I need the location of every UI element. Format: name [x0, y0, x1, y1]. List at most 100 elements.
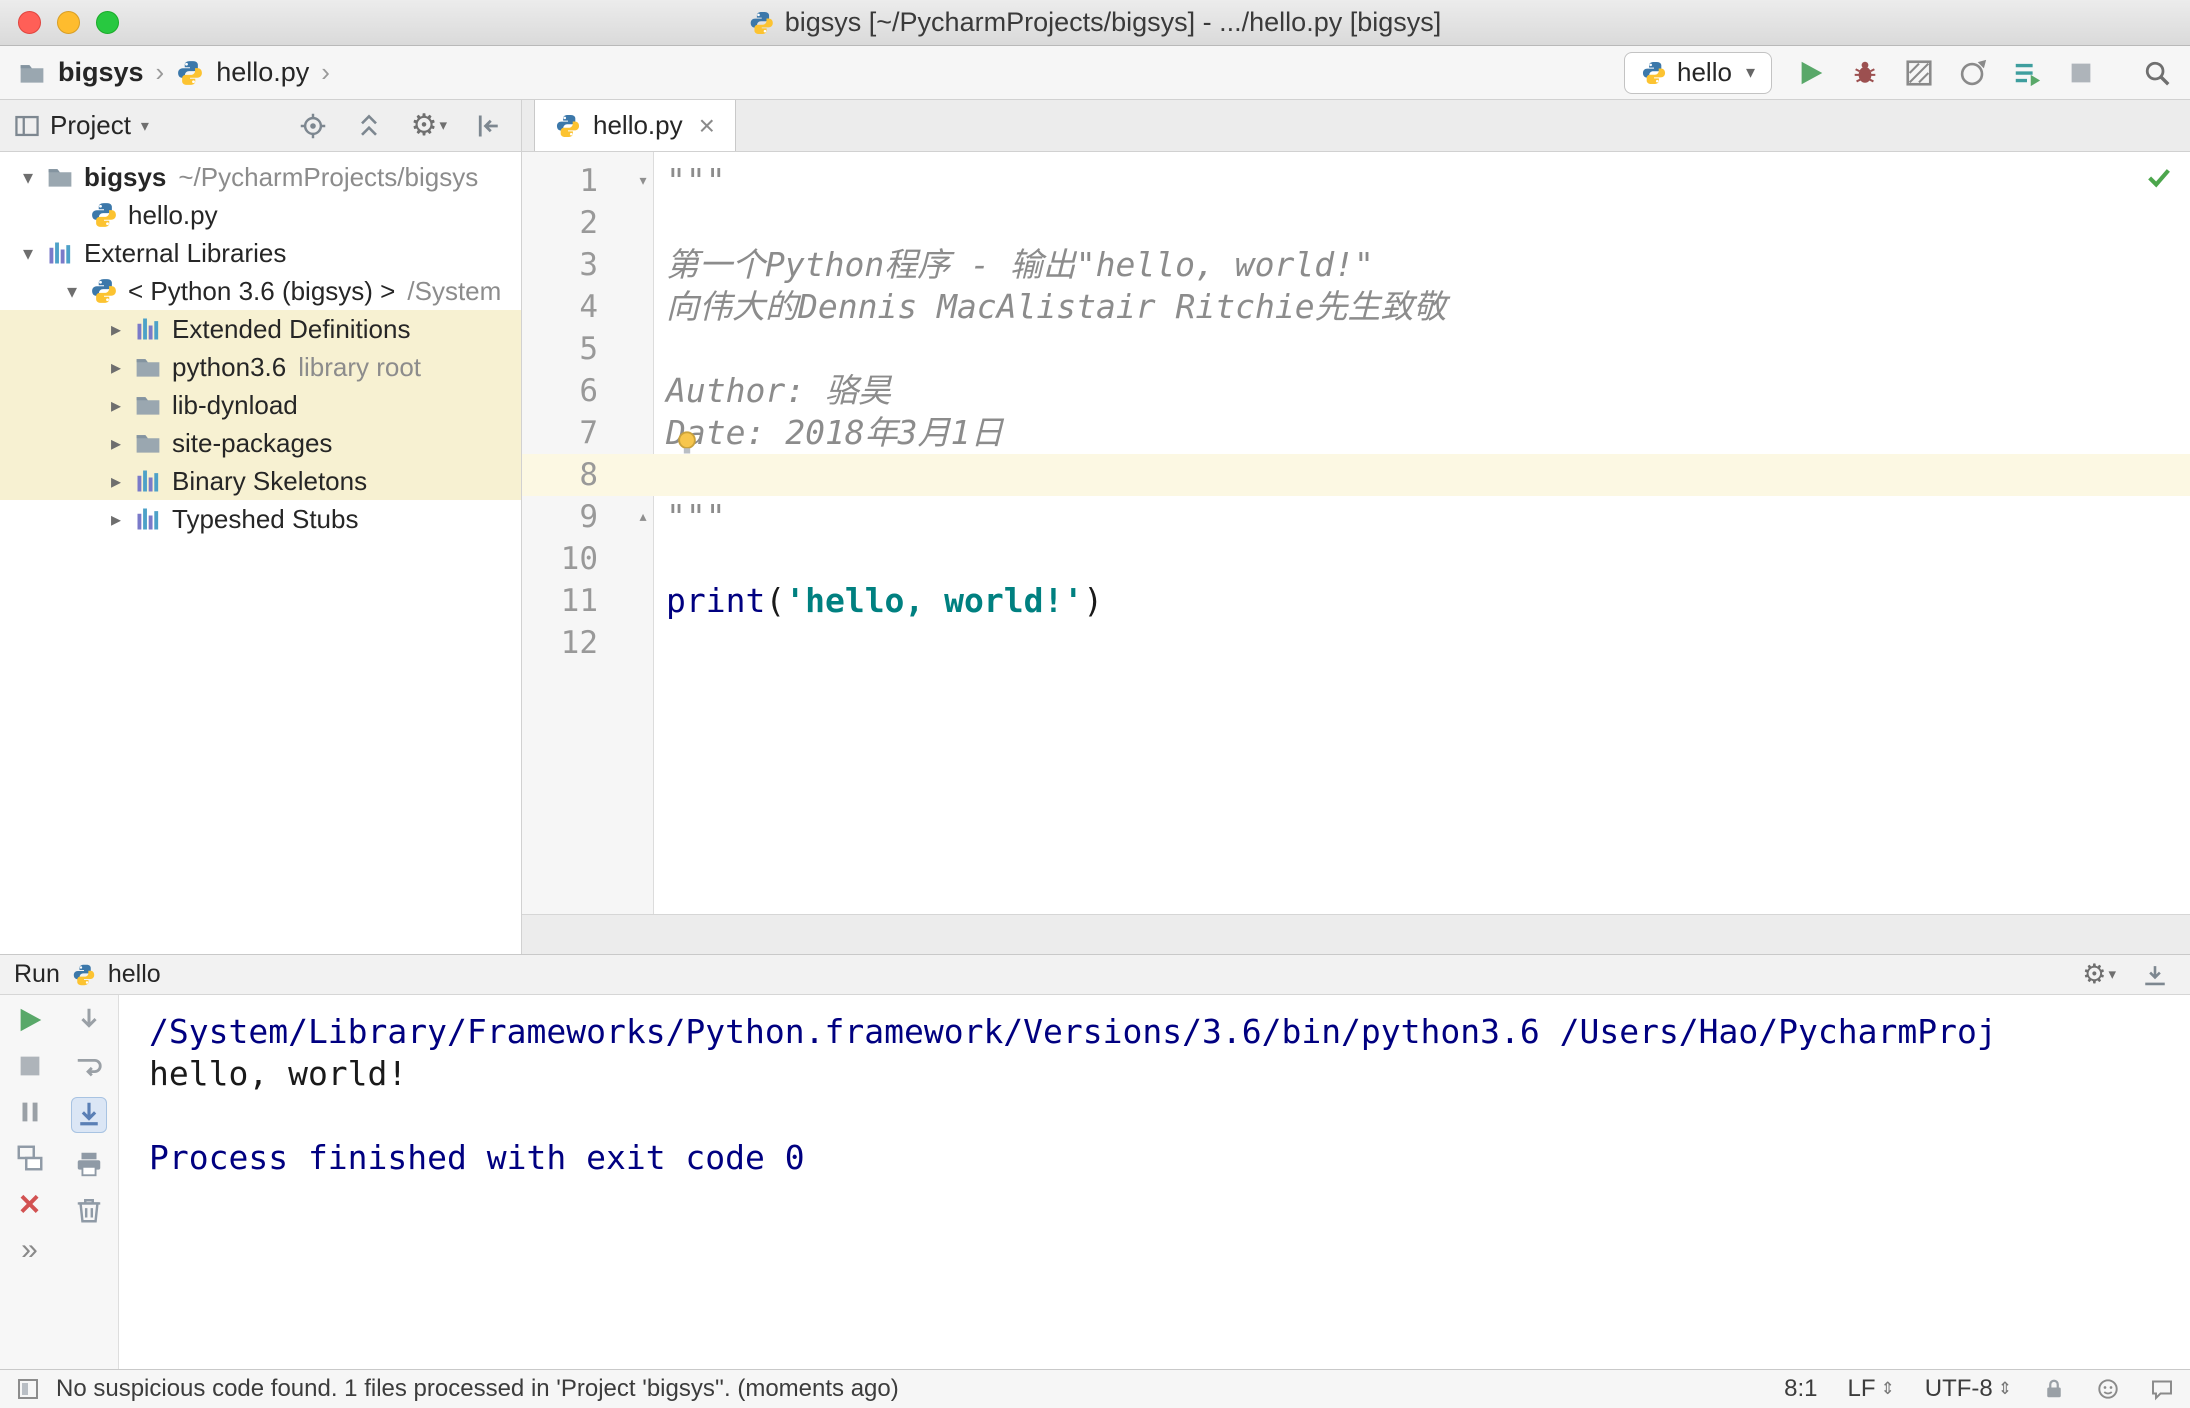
- line-number: 5: [579, 331, 598, 367]
- run-console[interactable]: /System/Library/Frameworks/Python.framew…: [119, 995, 2190, 1369]
- line-number: 11: [560, 583, 598, 619]
- tree-item-python-3.6-bigsys[interactable]: ▾ < Python 3.6 (bigsys) > /System: [0, 272, 521, 310]
- tree-item-bigsys[interactable]: ▾ bigsys ~/PycharmProjects/bigsys: [0, 158, 521, 196]
- restore-layout-button[interactable]: [15, 1143, 45, 1173]
- pause-output-button[interactable]: [15, 1097, 45, 1127]
- run-tab-label[interactable]: hello: [108, 960, 161, 989]
- fold-marker-icon[interactable]: ▴: [632, 496, 654, 538]
- breadcrumb-file[interactable]: hello.py: [216, 57, 309, 88]
- clear-console-button[interactable]: [74, 1195, 104, 1225]
- collapse-all-button[interactable]: [355, 112, 383, 140]
- tree-item-binary-skeletons[interactable]: ▸ Binary Skeletons: [0, 462, 521, 500]
- tree-item-site-packages[interactable]: ▸ site-packages: [0, 424, 521, 462]
- print-console-button[interactable]: [74, 1149, 104, 1179]
- editor-line-7[interactable]: 7 Date: 2018年3月1日: [522, 412, 2190, 454]
- code-token: ): [1083, 581, 1104, 620]
- breadcrumb: bigsys › hello.py ›: [18, 57, 330, 88]
- profiler-button[interactable]: [1958, 58, 1988, 88]
- run-button[interactable]: [1796, 58, 1826, 88]
- run-configuration-select[interactable]: hello ▾: [1624, 51, 1772, 94]
- code-token: Date: 2018年3月1日: [666, 413, 1004, 452]
- chevron-down-icon[interactable]: ▾: [10, 241, 46, 266]
- python-logo-icon: [749, 10, 775, 36]
- fold-marker-icon[interactable]: ▾: [632, 160, 654, 202]
- hide-panel-button[interactable]: [2142, 962, 2168, 988]
- project-panel-title[interactable]: Project: [50, 110, 131, 141]
- close-tab-icon[interactable]: ×: [699, 110, 715, 142]
- tree-item-external-libraries[interactable]: ▾ External Libraries: [0, 234, 521, 272]
- toolwindow-switcher-icon[interactable]: [16, 1377, 40, 1401]
- editor-line-8[interactable]: 8: [522, 454, 2190, 496]
- intention-bulb-icon[interactable]: [672, 428, 702, 458]
- run-with-coverage-button[interactable]: [1904, 58, 1934, 88]
- more-options-button[interactable]: »: [21, 1235, 38, 1265]
- chevron-down-icon[interactable]: ▾: [54, 279, 90, 304]
- tree-item-extended-definitions[interactable]: ▸ Extended Definitions: [0, 310, 521, 348]
- chevron-down-icon[interactable]: ▾: [10, 165, 46, 190]
- tab-hello-py[interactable]: hello.py ×: [534, 100, 736, 151]
- tree-item-hello.py[interactable]: hello.py: [0, 196, 521, 234]
- editor-line-10[interactable]: 10: [522, 538, 2190, 580]
- settings-gear-icon[interactable]: ⚙ ▾: [411, 110, 447, 141]
- python-file-icon: [72, 963, 96, 987]
- python-file-icon: [1641, 60, 1667, 86]
- down-stack-trace-button[interactable]: [74, 1005, 104, 1035]
- chevron-right-icon[interactable]: ▸: [98, 393, 134, 418]
- run-panel-title[interactable]: Run: [14, 960, 60, 989]
- breadcrumb-project[interactable]: bigsys: [58, 57, 144, 88]
- debug-button[interactable]: [1850, 58, 1880, 88]
- readonly-lock-icon[interactable]: [2042, 1377, 2066, 1401]
- editor-line-9[interactable]: 9 ▴ """: [522, 496, 2190, 538]
- editor-line-4[interactable]: 4 向伟大的Dennis MacAlistair Ritchie先生致敬: [522, 286, 2190, 328]
- close-button[interactable]: ×: [19, 1186, 40, 1222]
- chevron-right-icon[interactable]: ▸: [98, 431, 134, 456]
- run-body: × » /System/Library/Frameworks/Python.fr…: [0, 995, 2190, 1369]
- close-window-button[interactable]: [18, 11, 41, 34]
- tree-item-typeshed-stubs[interactable]: ▸ Typeshed Stubs: [0, 500, 521, 538]
- fullscreen-window-button[interactable]: [96, 11, 119, 34]
- traffic-lights: [18, 11, 119, 34]
- editor-tabbar: hello.py ×: [522, 100, 2190, 151]
- editor-content[interactable]: 1 ▾ """ 2 3 第一个Python程序 - 输出"hello, world!" 4 向…: [522, 152, 2190, 914]
- caret-position[interactable]: 8:1: [1784, 1375, 1817, 1403]
- statusbar: No suspicious code found. 1 files proces…: [0, 1369, 2190, 1408]
- editor-scrollbar-track[interactable]: [522, 914, 2190, 954]
- event-log-icon[interactable]: [2150, 1377, 2174, 1401]
- select-opened-file-button[interactable]: [299, 112, 327, 140]
- search-everywhere-button[interactable]: [2142, 58, 2172, 88]
- stop-button[interactable]: [2066, 58, 2096, 88]
- editor-line-6[interactable]: 6 Author: 骆昊: [522, 370, 2190, 412]
- settings-gear-icon[interactable]: ⚙ ▾: [2082, 961, 2116, 988]
- editor-line-12[interactable]: 12: [522, 622, 2190, 664]
- editor-line-11[interactable]: 11 print('hello, world!'): [522, 580, 2190, 622]
- inspection-status-icon[interactable]: [2144, 162, 2174, 192]
- rerun-button[interactable]: [15, 1005, 45, 1035]
- minimize-window-button[interactable]: [57, 11, 80, 34]
- chevron-right-icon[interactable]: ▸: [98, 355, 134, 380]
- scroll-to-end-button[interactable]: [70, 1097, 107, 1133]
- line-separator-select[interactable]: LF ⇕: [1847, 1375, 1894, 1403]
- statusbar-widgets: 8:1 LF ⇕ UTF-8 ⇕: [1784, 1375, 2174, 1403]
- editor-line-5[interactable]: 5: [522, 328, 2190, 370]
- hector-inspector-icon[interactable]: [2096, 1377, 2120, 1401]
- run-header-actions: ⚙ ▾: [2082, 961, 2168, 988]
- stop-button[interactable]: [15, 1051, 45, 1081]
- code-text: 向伟大的Dennis MacAlistair Ritchie先生致敬: [654, 286, 1447, 328]
- run-configurations-list-button[interactable]: [2012, 58, 2042, 88]
- tree-item-python3.6[interactable]: ▸ python3.6 library root: [0, 348, 521, 386]
- editor-line-3[interactable]: 3 第一个Python程序 - 输出"hello, world!": [522, 244, 2190, 286]
- hide-panel-button[interactable]: [475, 112, 503, 140]
- project-toolwindow-header: Project ▾ ⚙ ▾: [0, 100, 522, 151]
- tree-item-lib-dynload[interactable]: ▸ lib-dynload: [0, 386, 521, 424]
- encoding-select[interactable]: UTF-8 ⇕: [1925, 1375, 2012, 1403]
- editor-line-2[interactable]: 2: [522, 202, 2190, 244]
- chevron-right-icon[interactable]: ▸: [98, 469, 134, 494]
- chevron-right-icon[interactable]: ▸: [98, 507, 134, 532]
- library-icon: [134, 505, 162, 533]
- editor-line-1[interactable]: 1 ▾ """: [522, 160, 2190, 202]
- chevron-right-icon[interactable]: ▸: [98, 317, 134, 342]
- run-toolwindow: Run hello ⚙ ▾ × » /System/Library/Framew…: [0, 954, 2190, 1369]
- library-icon: [134, 315, 162, 343]
- main-toolbar: bigsys › hello.py › hello ▾: [0, 46, 2190, 100]
- soft-wrap-button[interactable]: [74, 1051, 104, 1081]
